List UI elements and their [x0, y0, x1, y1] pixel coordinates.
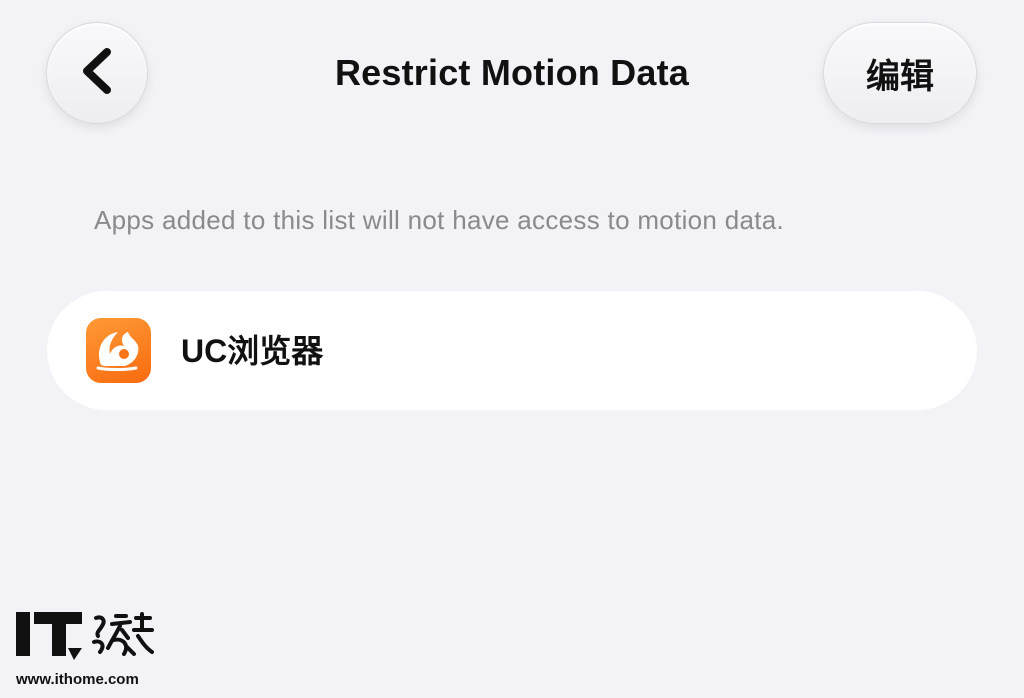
app-name: UC浏览器 [181, 333, 324, 369]
navigation-bar: Restrict Motion Data 编辑 [0, 0, 1024, 150]
watermark-url: www.ithome.com [16, 671, 139, 688]
edit-button[interactable]: 编辑 [823, 22, 977, 124]
list-item-uc-browser[interactable]: UC浏览器 [47, 291, 977, 410]
chevron-left-icon [77, 47, 117, 100]
page-title: Restrict Motion Data [334, 52, 690, 93]
restricted-app-list: UC浏览器 [47, 291, 977, 410]
uc-browser-app-icon [86, 318, 151, 383]
ithome-watermark: www.ithome.com [16, 608, 166, 690]
back-button[interactable] [46, 22, 148, 124]
ithome-logo [16, 612, 154, 660]
list-description: Apps added to this list will not have ac… [94, 205, 785, 235]
